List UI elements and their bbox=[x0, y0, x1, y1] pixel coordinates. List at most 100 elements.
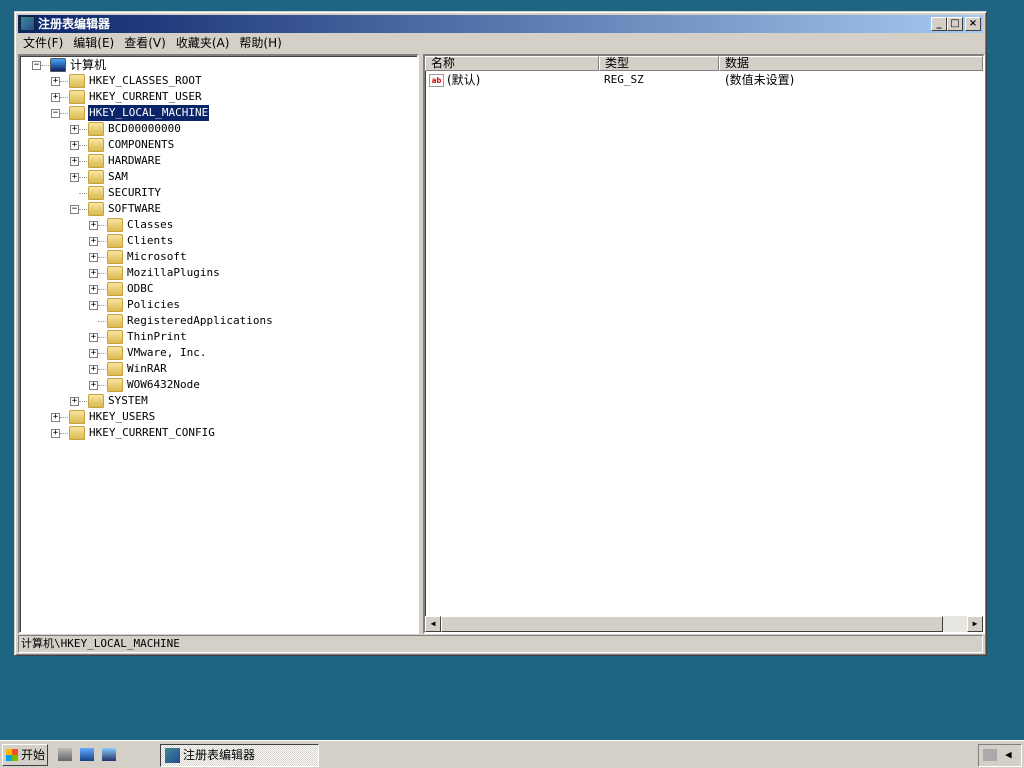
expand-icon[interactable]: + bbox=[70, 125, 79, 134]
tree-line bbox=[98, 321, 106, 322]
tree-node-label[interactable]: Policies bbox=[126, 297, 181, 313]
tree-node-label[interactable]: HKEY_CLASSES_ROOT bbox=[88, 73, 203, 89]
scroll-left-button[interactable]: ◀ bbox=[425, 616, 441, 632]
expand-icon[interactable]: + bbox=[89, 349, 98, 358]
maximize-button[interactable]: □ bbox=[947, 17, 963, 31]
tree-node[interactable]: + Classes bbox=[20, 217, 417, 233]
tree-node-label[interactable]: COMPONENTS bbox=[107, 137, 175, 153]
expand-icon[interactable]: + bbox=[89, 237, 98, 246]
column-header-name[interactable]: 名称 bbox=[425, 56, 599, 71]
expand-icon[interactable]: + bbox=[89, 285, 98, 294]
tree-node-label[interactable]: HKEY_USERS bbox=[88, 409, 156, 425]
tree-line bbox=[98, 257, 106, 258]
computer-icon[interactable] bbox=[102, 748, 116, 761]
taskbar-item-regedit[interactable]: 注册表编辑器 bbox=[160, 744, 319, 767]
tree-node[interactable]: + SYSTEM bbox=[20, 393, 417, 409]
expand-icon[interactable]: + bbox=[51, 429, 60, 438]
tree-node-label[interactable]: HKEY_CURRENT_CONFIG bbox=[88, 425, 216, 441]
tree-node-label[interactable]: BCD00000000 bbox=[107, 121, 182, 137]
tree-node-label[interactable]: Clients bbox=[126, 233, 174, 249]
tree-node[interactable]: − SOFTWARE bbox=[20, 201, 417, 217]
tree-node[interactable]: + HKEY_CURRENT_USER bbox=[20, 89, 417, 105]
tree-node-label[interactable]: SOFTWARE bbox=[107, 201, 162, 217]
tree-node[interactable]: + MozillaPlugins bbox=[20, 265, 417, 281]
registry-tree[interactable]: − 计算机 + HKEY_CLASSES_ROOT + HKEY_CURRENT_USER… bbox=[18, 54, 419, 634]
tree-node[interactable]: + HKEY_CURRENT_CONFIG bbox=[20, 425, 417, 441]
tree-node[interactable]: SECURITY bbox=[20, 185, 417, 201]
menu-view[interactable]: 查看(V) bbox=[119, 34, 171, 52]
start-button[interactable]: 开始 bbox=[2, 744, 48, 766]
folder-icon bbox=[88, 394, 104, 408]
tree-node-label[interactable]: ODBC bbox=[126, 281, 155, 297]
expand-icon[interactable]: + bbox=[89, 269, 98, 278]
expand-icon[interactable]: + bbox=[51, 93, 60, 102]
scroll-right-button[interactable]: ▶ bbox=[967, 616, 983, 632]
expand-icon[interactable]: + bbox=[89, 221, 98, 230]
expand-icon[interactable]: + bbox=[70, 157, 79, 166]
tree-node[interactable]: RegisteredApplications bbox=[20, 313, 417, 329]
scroll-thumb[interactable] bbox=[441, 616, 943, 632]
tree-node-label[interactable]: HKEY_LOCAL_MACHINE bbox=[86, 104, 211, 122]
tree-node[interactable]: + BCD00000000 bbox=[20, 121, 417, 137]
expand-icon[interactable]: + bbox=[70, 141, 79, 150]
expand-icon[interactable]: + bbox=[70, 173, 79, 182]
collapse-icon[interactable]: − bbox=[51, 109, 60, 118]
tree-node-label[interactable]: VMware, Inc. bbox=[126, 345, 207, 361]
collapse-icon[interactable]: − bbox=[70, 205, 79, 214]
keyboard-icon[interactable] bbox=[983, 749, 997, 761]
tree-node[interactable]: + COMPONENTS bbox=[20, 137, 417, 153]
tree-node-label[interactable]: WinRAR bbox=[126, 361, 168, 377]
tree-node[interactable]: + WinRAR bbox=[20, 361, 417, 377]
tree-node-label[interactable]: MozillaPlugins bbox=[126, 265, 221, 281]
tree-node[interactable]: + Microsoft bbox=[20, 249, 417, 265]
tree-node[interactable]: + ODBC bbox=[20, 281, 417, 297]
tree-node[interactable]: + ThinPrint bbox=[20, 329, 417, 345]
tree-node[interactable]: + HARDWARE bbox=[20, 153, 417, 169]
folder-icon bbox=[107, 266, 123, 280]
tree-node-label[interactable]: Classes bbox=[126, 217, 174, 233]
expand-icon[interactable]: + bbox=[70, 397, 79, 406]
tree-node[interactable]: + Policies bbox=[20, 297, 417, 313]
horizontal-scrollbar[interactable]: ◀ ▶ bbox=[425, 616, 983, 632]
tree-node[interactable]: + Clients bbox=[20, 233, 417, 249]
tree-node-label[interactable]: HARDWARE bbox=[107, 153, 162, 169]
tree-node[interactable]: − HKEY_LOCAL_MACHINE bbox=[20, 104, 417, 122]
volume-icon[interactable]: ◀ bbox=[1005, 748, 1017, 762]
menu-help[interactable]: 帮助(H) bbox=[234, 34, 286, 52]
expand-icon[interactable]: + bbox=[51, 413, 60, 422]
tree-node[interactable]: + VMware, Inc. bbox=[20, 345, 417, 361]
expand-icon[interactable]: + bbox=[89, 381, 98, 390]
tree-node-label[interactable]: ThinPrint bbox=[126, 329, 188, 345]
column-header-data[interactable]: 数据 bbox=[719, 56, 983, 71]
tree-node-label[interactable]: Microsoft bbox=[126, 249, 188, 265]
expand-icon[interactable]: + bbox=[89, 253, 98, 262]
show-desktop-icon[interactable] bbox=[80, 748, 94, 761]
tree-node[interactable]: + SAM bbox=[20, 169, 417, 185]
expand-icon[interactable]: + bbox=[51, 77, 60, 86]
tree-node[interactable]: − 计算机 bbox=[20, 57, 417, 73]
menu-favorites[interactable]: 收藏夹(A) bbox=[171, 34, 235, 52]
tree-node-label[interactable]: HKEY_CURRENT_USER bbox=[88, 89, 203, 105]
server-manager-icon[interactable] bbox=[58, 748, 72, 761]
title-bar[interactable]: 注册表编辑器 _ □ × bbox=[18, 15, 983, 33]
minimize-button[interactable]: _ bbox=[931, 17, 947, 31]
value-list[interactable]: 名称 类型 数据 ab (默认) REG_SZ (数值未设置) ◀ ▶ bbox=[423, 54, 985, 634]
tree-node-label[interactable]: RegisteredApplications bbox=[126, 313, 274, 329]
column-header-type[interactable]: 类型 bbox=[599, 56, 719, 71]
tree-node-label[interactable]: WOW6432Node bbox=[126, 377, 201, 393]
tree-node-label[interactable]: SYSTEM bbox=[107, 393, 149, 409]
menu-file[interactable]: 文件(F) bbox=[18, 34, 68, 52]
collapse-icon[interactable]: − bbox=[32, 61, 41, 70]
folder-icon bbox=[88, 186, 104, 200]
expand-icon[interactable]: + bbox=[89, 365, 98, 374]
menu-edit[interactable]: 编辑(E) bbox=[68, 34, 119, 52]
tree-node[interactable]: + HKEY_CLASSES_ROOT bbox=[20, 73, 417, 89]
tree-node-label[interactable]: SAM bbox=[107, 169, 129, 185]
expand-icon[interactable]: + bbox=[89, 301, 98, 310]
tree-node[interactable]: + WOW6432Node bbox=[20, 377, 417, 393]
tree-node-label[interactable]: SECURITY bbox=[107, 185, 162, 201]
close-button[interactable]: × bbox=[965, 17, 981, 31]
tree-node[interactable]: + HKEY_USERS bbox=[20, 409, 417, 425]
expand-icon[interactable]: + bbox=[89, 333, 98, 342]
tree-node-label[interactable]: 计算机 bbox=[69, 57, 107, 73]
